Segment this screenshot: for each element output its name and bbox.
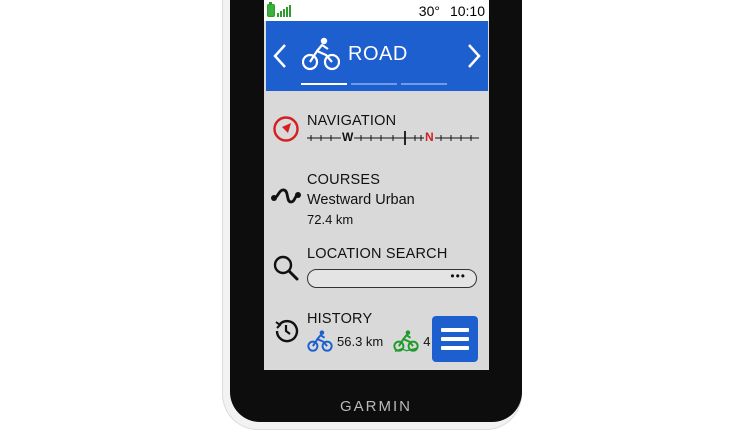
- course-route-icon: [271, 188, 301, 204]
- chevron-left-icon[interactable]: [272, 43, 288, 69]
- profile-selector[interactable]: ROAD: [302, 37, 408, 71]
- course-distance: 72.4 km: [307, 212, 354, 227]
- profile-label: ROAD: [348, 42, 408, 65]
- page-dot: [401, 83, 447, 85]
- history-stats: 56.3 km 4: [307, 330, 430, 352]
- page-indicator: [301, 83, 447, 85]
- history-title[interactable]: HISTORY: [307, 311, 372, 327]
- signal-icon: [277, 4, 291, 17]
- search-icon: [273, 255, 299, 281]
- clock: 10:10: [449, 2, 485, 19]
- chevron-right-icon[interactable]: [466, 43, 482, 69]
- screen: 30° 10:10 ROAD NAVIGATION W N COURSES We…: [264, 0, 489, 370]
- temperature: 30°: [418, 2, 440, 19]
- second-distance: 4: [423, 333, 431, 349]
- battery-icon: [267, 2, 275, 17]
- menu-line: [441, 328, 469, 332]
- more-dots: •••: [450, 269, 466, 283]
- road-bike-icon: [307, 330, 333, 352]
- compass-icon: [273, 116, 299, 142]
- road-distance: 56.3 km: [337, 333, 384, 349]
- location-search-title[interactable]: LOCATION SEARCH: [307, 246, 448, 262]
- bike-icon: [302, 37, 340, 71]
- battery-signal-group: [267, 2, 291, 17]
- mountain-bike-icon: [393, 330, 419, 352]
- location-search-input[interactable]: •••: [307, 269, 477, 288]
- menu-line: [441, 337, 469, 341]
- brand-logo: GARMIN: [340, 398, 412, 415]
- courses-title[interactable]: COURSES: [307, 172, 380, 188]
- compass-west: W: [341, 130, 355, 144]
- profile-header: ROAD: [266, 21, 488, 91]
- compass-strip: [307, 131, 479, 145]
- menu-line: [441, 346, 469, 350]
- navigation-title[interactable]: NAVIGATION: [307, 113, 396, 129]
- status-bar: 30° 10:10: [264, 0, 489, 21]
- page-dot: [351, 83, 397, 85]
- page-dot-active: [301, 83, 347, 85]
- menu-button[interactable]: [432, 316, 478, 362]
- course-name: Westward Urban: [307, 192, 415, 208]
- status-right: 30° 10:10: [419, 3, 485, 19]
- compass-north: N: [424, 130, 435, 144]
- history-icon: [275, 319, 299, 343]
